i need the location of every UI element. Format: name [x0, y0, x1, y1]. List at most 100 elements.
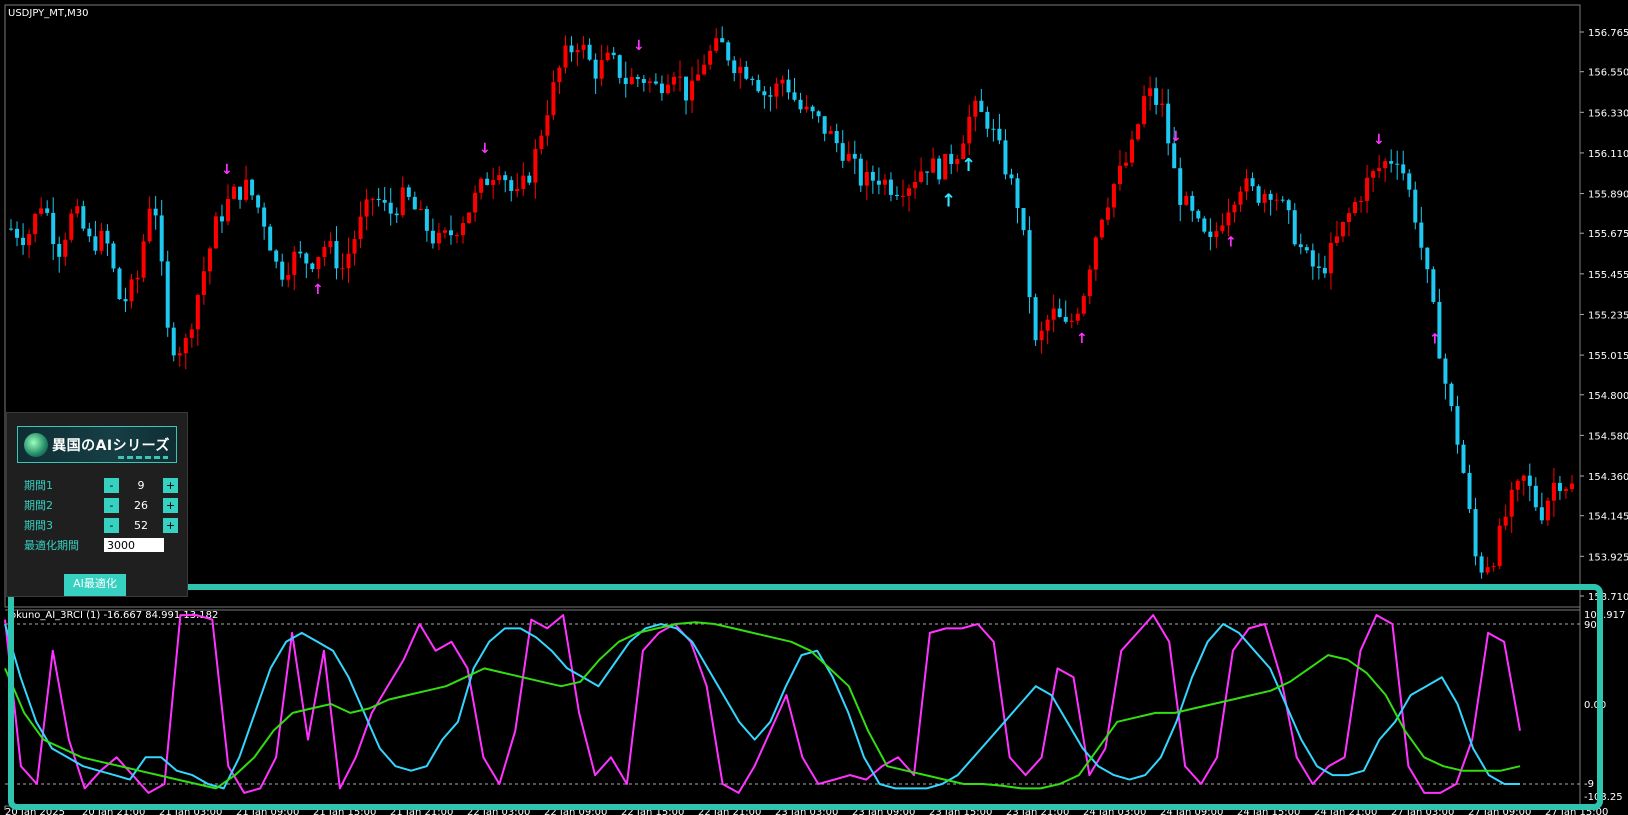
- candle-body: [1105, 207, 1110, 220]
- candle-body: [774, 83, 779, 97]
- candle-body: [521, 175, 526, 189]
- candle-body: [1178, 168, 1183, 205]
- candle-body: [262, 207, 267, 227]
- period2-row: 期間2 - 26 +: [24, 496, 178, 514]
- candle-body: [503, 175, 508, 181]
- candle-body: [1051, 308, 1056, 320]
- opt-period-row: 最適化期間: [24, 536, 164, 554]
- candle-body: [1244, 178, 1249, 192]
- candle-body: [9, 228, 14, 230]
- candle-body: [840, 143, 845, 161]
- ai-optimize-button[interactable]: AI最適化: [64, 574, 126, 596]
- candle-body: [533, 149, 538, 183]
- candle-body: [659, 83, 664, 94]
- period3-minus-button[interactable]: -: [104, 517, 119, 533]
- candle-body: [581, 44, 586, 50]
- candle-body: [63, 239, 68, 257]
- period3-plus-button[interactable]: +: [163, 517, 178, 533]
- candle-body: [213, 216, 218, 249]
- period1-minus-button[interactable]: -: [104, 477, 119, 493]
- candle-body: [280, 261, 285, 280]
- candle-body: [1057, 308, 1062, 317]
- candle-body: [1328, 242, 1333, 274]
- opt-period-input[interactable]: [104, 538, 164, 552]
- candle-body: [828, 131, 833, 134]
- candle-body: [1563, 489, 1568, 491]
- candle-body: [147, 208, 152, 242]
- candle-body: [1346, 213, 1351, 222]
- period1-plus-button[interactable]: +: [163, 477, 178, 493]
- candle-body: [623, 77, 628, 85]
- candle-body: [509, 180, 514, 191]
- candle-body: [1160, 103, 1165, 105]
- candle-body: [21, 237, 26, 246]
- candle-body: [1413, 189, 1418, 223]
- candle-body: [111, 243, 116, 269]
- candle-body: [442, 230, 447, 233]
- candle-body: [1172, 143, 1177, 169]
- candle-body: [87, 228, 92, 237]
- candle-body: [539, 135, 544, 150]
- period2-minus-button[interactable]: -: [104, 497, 119, 513]
- candle-body: [497, 175, 502, 181]
- candle-body: [768, 95, 773, 97]
- candle-body: [135, 277, 140, 280]
- candle-body: [1407, 173, 1412, 190]
- candle-body: [1220, 225, 1225, 232]
- candle-body: [448, 230, 453, 236]
- candle-body: [201, 271, 206, 296]
- candle-body: [1003, 140, 1008, 175]
- candle-body: [653, 81, 658, 84]
- candle-body: [491, 180, 496, 185]
- candle-body: [322, 247, 327, 258]
- candle-body: [696, 74, 701, 81]
- candle-body: [937, 158, 942, 180]
- candle-body: [919, 171, 924, 183]
- period2-plus-button[interactable]: +: [163, 497, 178, 513]
- candle-body: [1473, 509, 1478, 557]
- candle-body: [1431, 269, 1436, 302]
- candle-body: [1389, 161, 1394, 164]
- candle-body: [635, 77, 640, 79]
- candle-body: [726, 42, 731, 61]
- candle-body: [473, 192, 478, 213]
- candle-body: [1093, 237, 1098, 270]
- candle-body: [738, 66, 743, 74]
- candle-body: [907, 188, 912, 196]
- candle-body: [1069, 320, 1074, 322]
- candle-body: [792, 92, 797, 100]
- symbol-label: USDJPY_MT,M30: [8, 8, 89, 19]
- candle-body: [1286, 200, 1291, 211]
- candle-body: [268, 226, 273, 251]
- candle-body: [1401, 164, 1406, 174]
- candle-body: [1509, 489, 1514, 517]
- candle-body: [159, 215, 164, 262]
- candle-body: [352, 239, 357, 254]
- price-tick-label: 155.890: [1588, 190, 1628, 201]
- candle-body: [256, 195, 261, 208]
- candle-body: [358, 216, 363, 240]
- price-tick-label: 155.235: [1588, 310, 1628, 321]
- candle-body: [997, 128, 1002, 141]
- candle-body: [888, 179, 893, 195]
- buy-arrow-icon: ↑: [312, 282, 324, 298]
- candle-body: [563, 45, 568, 68]
- opt-period-label: 最適化期間: [24, 539, 79, 552]
- candle-body: [1371, 171, 1376, 178]
- candle-body: [1521, 475, 1526, 481]
- candle-body: [316, 257, 321, 270]
- candle-body: [587, 44, 592, 60]
- candle-body: [117, 268, 122, 300]
- candle-body: [665, 84, 670, 94]
- period2-label: 期間2: [24, 499, 53, 512]
- candle-body: [1316, 266, 1321, 268]
- candle-body: [1063, 316, 1068, 322]
- candle-body: [931, 158, 936, 173]
- candle-body: [436, 232, 441, 244]
- candle-body: [388, 202, 393, 214]
- candle-body: [702, 64, 707, 75]
- price-plot-frame: [4, 4, 1581, 608]
- candle-body: [1377, 168, 1382, 172]
- candle-body: [900, 195, 905, 197]
- period1-label: 期間1: [24, 479, 53, 492]
